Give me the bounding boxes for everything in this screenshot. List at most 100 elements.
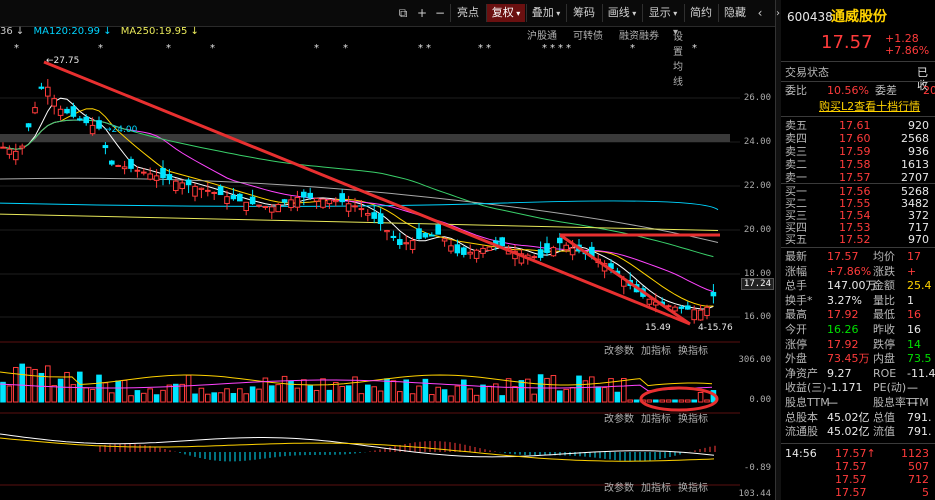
candle-body: [486, 246, 493, 251]
export-icon[interactable]: ⧉: [395, 4, 411, 22]
candle-body: [281, 199, 288, 203]
volume-bar: [678, 399, 685, 403]
ask-level-row[interactable]: 卖二 17.58 1613: [781, 158, 935, 171]
candle-body: [467, 251, 473, 255]
tick-price: 17.57: [835, 460, 867, 473]
volume-bar: [185, 374, 192, 403]
volume-bar: [691, 399, 698, 403]
weicha-value: 20: [923, 84, 935, 97]
price-tick: 16.00: [743, 312, 771, 322]
stat-value: 45.02亿: [827, 410, 870, 424]
volume-bar: [301, 379, 307, 403]
volume-bar: [409, 393, 416, 403]
display-label: 显示: [648, 6, 671, 19]
stat-label: 涨幅: [785, 264, 807, 278]
draw-line-label: 画线: [607, 6, 630, 19]
zoom-in-icon[interactable]: +: [414, 4, 430, 22]
divider: [781, 61, 935, 62]
candle-body: [384, 229, 390, 233]
tick-volume: 712: [908, 473, 929, 486]
event-marker: *: [98, 43, 103, 54]
candle-body: [461, 247, 467, 255]
highlight-button[interactable]: 亮点: [450, 4, 485, 22]
event-marker: *: [343, 43, 348, 54]
chips-button[interactable]: 筹码: [566, 4, 601, 22]
hide-button[interactable]: 隐藏: [718, 4, 751, 22]
candle-body: [198, 187, 205, 190]
zoom-out-icon[interactable]: −: [432, 4, 448, 22]
candle-body: [563, 244, 570, 251]
tick-row: 14:56 17.57↑ 1123: [781, 447, 935, 460]
draw-line-button[interactable]: 画线 ▾: [602, 4, 641, 22]
chevron-right-icon[interactable]: ›: [776, 8, 780, 19]
ask-price: 17.60: [839, 132, 871, 145]
stat-label: 总股本: [785, 410, 818, 424]
l2-upgrade-link[interactable]: 购买L2查看十档行情: [819, 100, 920, 113]
vol-modify-params[interactable]: 改参数: [604, 344, 634, 357]
ask-level-row[interactable]: 卖三 17.59 936: [781, 145, 935, 158]
volume-bar: [275, 384, 281, 403]
candle-body: [448, 245, 454, 252]
ask-level-row[interactable]: 卖五 17.61 920: [781, 119, 935, 132]
vol-switch-indicator[interactable]: 换指标: [678, 344, 708, 357]
candle-body: [243, 201, 249, 212]
candle-body: [531, 256, 538, 259]
price-change-pct: +7.86%: [885, 44, 930, 57]
volume-bar: [441, 389, 448, 403]
stat-value: 17: [907, 250, 921, 263]
candle-body: [64, 108, 70, 114]
macd-modify-params[interactable]: 改参数: [604, 412, 634, 425]
stat-label: 量比: [873, 293, 895, 307]
ma-legend-item: 36 ↓: [0, 26, 25, 37]
overlay-label: 叠加: [531, 6, 554, 19]
display-button[interactable]: 显示 ▾: [642, 4, 683, 22]
bottom-add-indicator[interactable]: 加指标: [641, 481, 671, 494]
stock-name: 通威股份: [831, 9, 887, 25]
candle-body: [288, 199, 294, 209]
candle-body: [115, 164, 122, 167]
stat-label: 总手: [785, 279, 807, 293]
chevron-left-icon[interactable]: ‹: [752, 4, 768, 22]
volume-bar: [550, 375, 557, 403]
macd-switch-indicator[interactable]: 换指标: [678, 412, 708, 425]
link-set-ma[interactable]: 设置均线 ▾: [673, 27, 683, 88]
candle-body: [320, 198, 326, 208]
volume-bar: [166, 384, 173, 403]
candle-body: [557, 237, 563, 244]
kline-chart[interactable]: * * * * * * * * * * * * * * * * ←27.75 →24.00 15.49 4-1…: [0, 40, 740, 500]
volume-bar: [435, 386, 441, 403]
quote-panel: 600438 通威股份 17.57 +1.28 +7.86% 交易状态 已收 委…: [781, 0, 935, 500]
ask-level-row[interactable]: 卖四 17.60 2568: [781, 132, 935, 145]
candle-body: [6, 148, 13, 155]
stat-label: 昨收: [873, 323, 895, 336]
price-tick: 24.00: [743, 137, 771, 147]
candle-body: [77, 118, 83, 121]
overlay-button[interactable]: 叠加 ▾: [526, 4, 565, 22]
candle-body: [397, 239, 403, 246]
volume-bar: [365, 384, 371, 403]
bottom-modify-params[interactable]: 改参数: [604, 481, 634, 494]
volume-tick: 0.00: [749, 395, 771, 405]
volume-bar: [704, 399, 710, 403]
stat-value: —: [907, 396, 918, 409]
volume-bar: [115, 380, 122, 403]
adjust-button[interactable]: 复权 ▾: [486, 4, 525, 22]
bottom-switch-indicator[interactable]: 换指标: [678, 481, 708, 494]
volume-bar: [51, 385, 58, 403]
bid-level-row[interactable]: 买五 17.52 970: [781, 233, 935, 246]
tick-row: 17.57 507: [781, 460, 935, 473]
simple-button[interactable]: 简约: [684, 4, 717, 22]
stat-value: 791.: [907, 425, 932, 439]
stat-row: 涨停 17.92 跌停 14: [781, 338, 935, 351]
vol-add-indicator[interactable]: 加指标: [641, 344, 671, 357]
l2-link-row: 购买L2查看十档行情: [781, 100, 935, 113]
volume-bar: [461, 379, 467, 403]
candle-body: [262, 205, 269, 208]
candle-body: [89, 124, 96, 135]
macd-add-indicator[interactable]: 加指标: [641, 412, 671, 425]
candle-body: [326, 199, 333, 205]
candle-body: [249, 196, 256, 205]
candle-body: [147, 173, 153, 180]
ma250-line: [0, 213, 719, 231]
volume-bar: [621, 377, 627, 403]
